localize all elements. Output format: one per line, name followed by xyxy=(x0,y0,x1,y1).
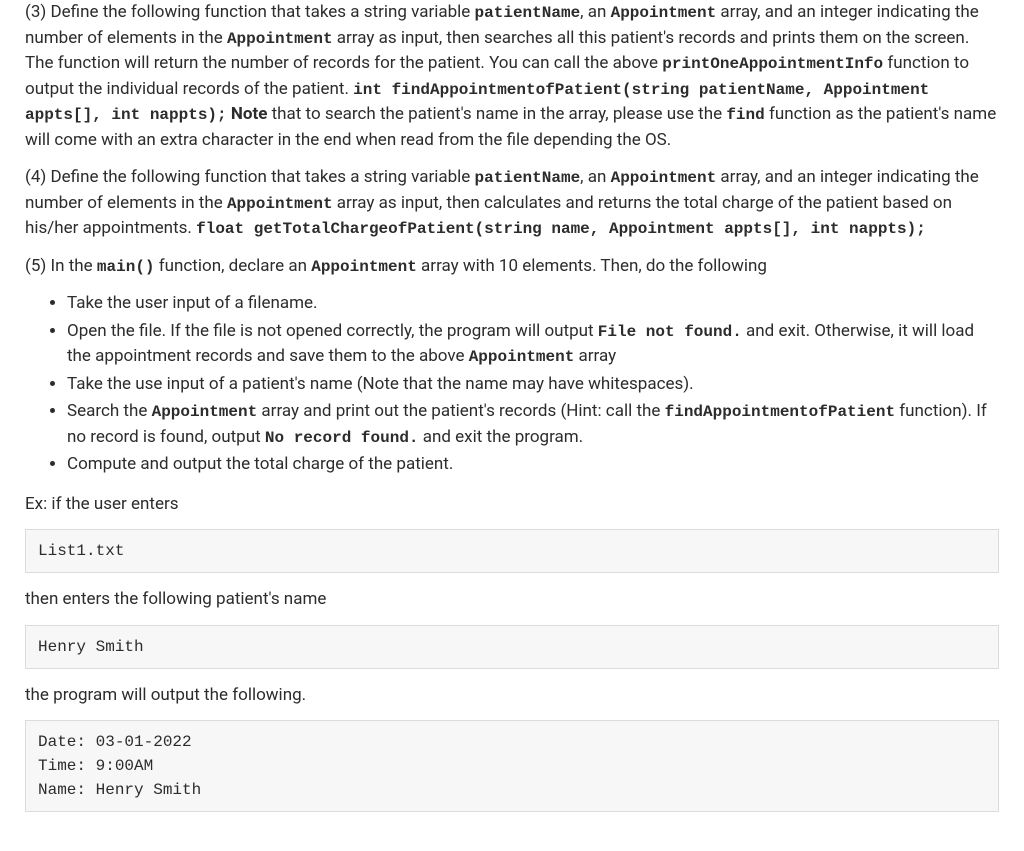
example-intro: Ex: if the user enters xyxy=(25,492,999,518)
code-appointment: Appointment xyxy=(227,195,333,213)
code-main: main() xyxy=(97,258,155,276)
note-bold: Note xyxy=(231,104,268,124)
code-appointment: Appointment xyxy=(311,258,417,276)
code-patientname: patientName xyxy=(475,169,581,187)
text: , an xyxy=(580,167,610,187)
code-appointment: Appointment xyxy=(611,4,717,22)
text: (5) In the xyxy=(25,256,97,276)
text: and exit the program. xyxy=(419,427,584,447)
paragraph-4: (4) Define the following function that t… xyxy=(25,165,999,242)
code-gettotalchargeofpatient-signature: float getTotalChargeofPatient(string nam… xyxy=(196,220,926,238)
code-patientname: patientName xyxy=(475,4,581,22)
code-file-not-found: File not found. xyxy=(598,323,742,341)
codeblock-output: Date: 03-01-2022 Time: 9:00AM Name: Henr… xyxy=(25,720,999,812)
code-appointment: Appointment xyxy=(227,30,333,48)
code-find: find xyxy=(726,106,764,124)
example-output-intro: the program will output the following. xyxy=(25,683,999,709)
code-findappointmentofpatient: findAppointmentofPatient xyxy=(665,403,895,421)
list-item: Search the Appointment array and print o… xyxy=(67,399,999,450)
text: Open the file. If the file is not opened… xyxy=(67,321,598,341)
text: array and print out the patient's record… xyxy=(257,401,664,421)
code-appointment: Appointment xyxy=(152,403,258,421)
paragraph-5: (5) In the main() function, declare an A… xyxy=(25,254,999,280)
paragraph-3: (3) Define the following function that t… xyxy=(25,0,999,153)
text: , an xyxy=(580,2,610,22)
code-printoneappointmentinfo: printOneAppointmentInfo xyxy=(662,55,883,73)
list-item: Take the use input of a patient's name (… xyxy=(67,372,999,398)
code-no-record-found: No record found. xyxy=(265,429,419,447)
code-appointment: Appointment xyxy=(469,348,575,366)
text: (4) Define the following function that t… xyxy=(25,167,475,187)
codeblock-filename: List1.txt xyxy=(25,529,999,573)
codeblock-patient-name: Henry Smith xyxy=(25,625,999,669)
text: function, declare an xyxy=(155,256,312,276)
text: array xyxy=(574,346,616,366)
list-item: Take the user input of a filename. xyxy=(67,291,999,317)
text: that to search the patient's name in the… xyxy=(267,104,726,124)
steps-list: Take the user input of a filename. Open … xyxy=(25,291,999,478)
list-item: Compute and output the total charge of t… xyxy=(67,452,999,478)
example-name-intro: then enters the following patient's name xyxy=(25,587,999,613)
text: Search the xyxy=(67,401,152,421)
list-item: Open the file. If the file is not opened… xyxy=(67,319,999,370)
text: array with 10 elements. Then, do the fol… xyxy=(417,256,767,276)
text: (3) Define the following function that t… xyxy=(25,2,475,22)
code-appointment: Appointment xyxy=(611,169,717,187)
